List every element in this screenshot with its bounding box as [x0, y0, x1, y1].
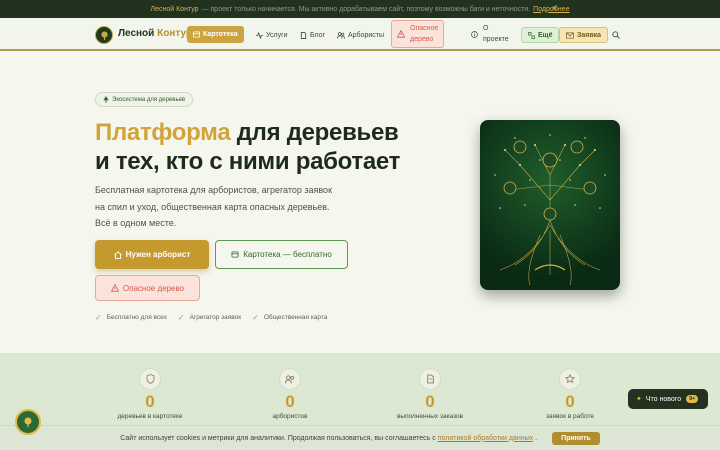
stat-trees: 0 деревьев в картотеке [110, 368, 190, 420]
warning-icon [397, 30, 405, 38]
nav-label-blog: Блог [310, 31, 326, 39]
cookie-banner: Сайт использует cookies и метрики для ан… [0, 425, 720, 450]
feature-item: ✓ Общественная карта [252, 313, 327, 322]
main-navigation: Лесной Контур Картотека Услуги Блог Арбо… [0, 18, 720, 51]
stat-value: 0 [285, 392, 295, 411]
document-icon [419, 368, 441, 390]
stat-requests: 0 заявок в работе [530, 368, 610, 420]
nav-label-arborists: Арбористы [348, 31, 385, 39]
hero-title-line2: и тех, кто с ними работает [95, 148, 401, 175]
accept-cookies-button[interactable]: Принять [552, 431, 600, 445]
check-icon: ✓ [252, 313, 259, 322]
logo-icon[interactable] [95, 26, 113, 44]
stat-value: 0 [145, 392, 155, 411]
pulse-icon [256, 31, 263, 39]
star-icon [559, 368, 581, 390]
nav-label-more: Ещё [538, 31, 553, 39]
search-icon [612, 31, 620, 39]
feature-item: ✓ Бесплатно для всех [95, 313, 167, 322]
check-icon: ✓ [95, 313, 102, 322]
feature-label: Агрегатор заявок [189, 314, 242, 321]
hero-title-accent: Платформа [95, 119, 231, 146]
nav-label-request: Заявка [577, 31, 602, 39]
hero-description-line: Всё в одном месте. [95, 218, 177, 228]
check-icon: ✓ [177, 313, 185, 322]
feature-item: ✓ Агрегатор заявок [178, 313, 241, 322]
nav-item-services[interactable]: Услуги [256, 27, 288, 43]
nav-item-cards[interactable]: Картотека [187, 26, 244, 43]
announcement-bar: Лесной Контур — проект только начинается… [0, 0, 720, 18]
shield-icon [139, 368, 161, 390]
hero-description-line: на спил и уход, общественная карта опасн… [95, 201, 330, 212]
cookie-text: Сайт использует cookies и метрики для ан… [120, 434, 436, 442]
stat-value: 0 [565, 392, 575, 411]
hero-description-line: Бесплатная картотека для арбористов, агр… [95, 185, 333, 195]
whats-new-badge: 9+ [686, 395, 699, 403]
nav-label-about-1: О [483, 25, 489, 32]
hero-description: Бесплатная картотека для арбористов, агр… [95, 182, 395, 232]
close-icon[interactable]: × [552, 4, 557, 13]
ecosystem-badge-text: Экосистема для деревьев [112, 96, 186, 103]
hero-title-rest: для деревьев [230, 119, 399, 146]
warning-icon [110, 284, 119, 292]
users-icon [337, 31, 345, 39]
nav-label-services: Услуги [266, 31, 288, 39]
nav-label-danger-2: дерево [410, 36, 434, 43]
nav-item-more[interactable]: Ещё [521, 27, 560, 43]
nav-item-danger-tree[interactable]: Опасное дерево [391, 20, 445, 48]
nav-item-request[interactable]: Заявка [559, 27, 609, 43]
catalog-free-button[interactable]: Картотека — бесплатно [215, 240, 348, 269]
need-arborist-label: Нужен арборист [125, 250, 191, 259]
tree-illustration [480, 120, 620, 290]
nav-label-danger-1: Опасное [410, 25, 439, 32]
catalog-free-label: Картотека — бесплатно [243, 250, 332, 259]
mail-icon [566, 32, 574, 38]
nav-item-arborists[interactable]: Арбористы [337, 27, 384, 43]
whats-new-button[interactable]: ✦ Что нового 9+ [628, 389, 708, 409]
info-icon [471, 30, 478, 38]
feature-list: ✓ Бесплатно для всех ✓ Агрегатор заявок ✓ О… [95, 313, 338, 322]
card-icon [193, 31, 200, 38]
stat-label: деревьев в картотеке [117, 413, 183, 420]
home-icon [113, 250, 122, 259]
document-icon [300, 31, 307, 39]
need-arborist-button[interactable]: Нужен арборист [95, 240, 209, 269]
announcement-brand: Лесной Контур [150, 5, 199, 13]
danger-tree-label: Опасное дерево [122, 283, 185, 293]
feature-label: Общественная карта [263, 314, 328, 321]
card-icon [231, 251, 239, 258]
nav-item-blog[interactable]: Блог [300, 27, 325, 43]
hero-title: Платформа для деревьев и тех, кто с ними… [95, 118, 400, 176]
nav-label-cards: Картотека [203, 31, 238, 38]
nav-item-about[interactable]: О проекте [471, 20, 509, 48]
stat-label: заявок в работе [546, 413, 594, 420]
logo-text[interactable]: Лесной Контур [118, 28, 192, 39]
party-icon: ✦ [636, 396, 642, 403]
search-button[interactable] [612, 27, 623, 43]
dots-icon [528, 31, 535, 39]
privacy-policy-link[interactable]: политикой обработки данных [438, 435, 533, 442]
users-icon [279, 368, 301, 390]
danger-tree-button[interactable]: Опасное дерево [95, 275, 200, 301]
stat-arborists: 0 арбористов [250, 368, 330, 420]
stat-label: арбористов [272, 413, 308, 420]
whats-new-label: Что нового [645, 395, 682, 403]
tree-icon [24, 417, 32, 427]
stat-label: выполненных заказов [396, 413, 464, 420]
stat-orders: 0 выполненных заказов [390, 368, 470, 420]
logo-main: Лесной [118, 28, 155, 39]
assistant-fab[interactable] [15, 409, 41, 435]
nav-label-about-2: проекте [483, 36, 509, 43]
cookie-text-end: . [535, 434, 538, 442]
stat-value: 0 [425, 392, 435, 411]
ecosystem-badge: Экосистема для деревьев [95, 92, 194, 107]
feature-label: Бесплатно для всех [106, 314, 167, 321]
tree-icon [103, 96, 109, 103]
announcement-text: — проект только начинается. Мы активно д… [201, 5, 531, 13]
